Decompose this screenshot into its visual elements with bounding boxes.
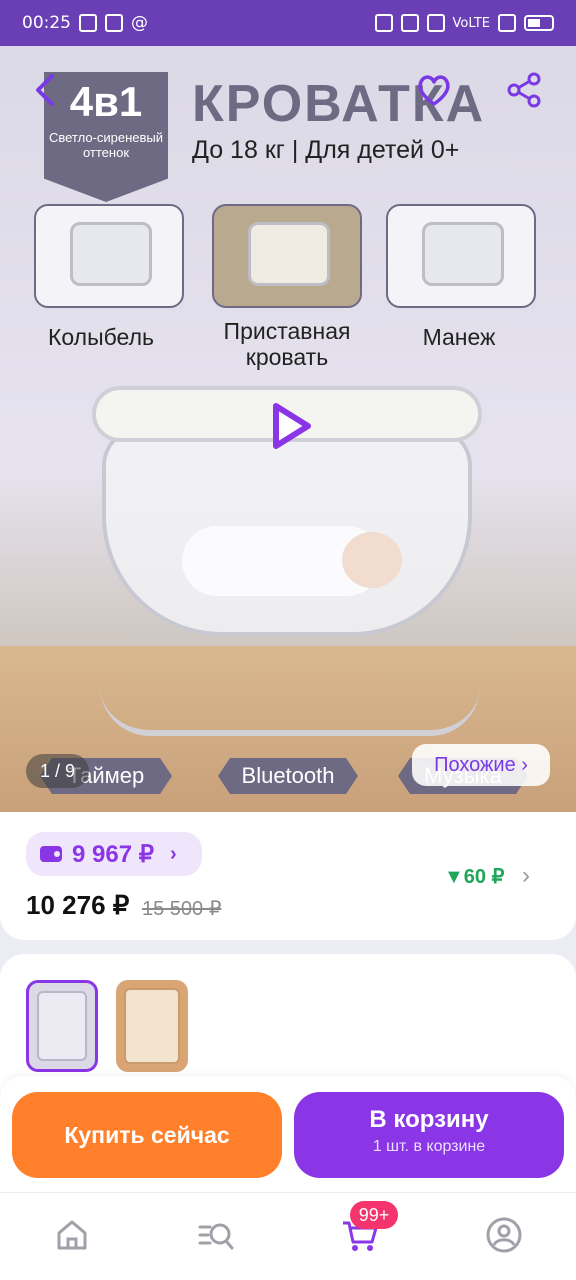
- wallet-price-pill[interactable]: 9 967 ₽ ›: [26, 832, 202, 876]
- wifi-icon: [426, 14, 445, 32]
- share-icon[interactable]: [504, 70, 544, 110]
- mode-card-playpen: [386, 204, 536, 308]
- chevron-right-icon: ›: [170, 842, 177, 865]
- favorite-heart-icon[interactable]: [414, 70, 454, 110]
- status-time: 00:25: [22, 13, 71, 33]
- price-card: 9 967 ₽ › 10 276 ₽ 15 500 ₽ ▼60 ₽ ›: [0, 812, 576, 940]
- alarm-icon: [374, 14, 393, 32]
- home-icon[interactable]: [52, 1215, 92, 1255]
- product-image-gallery[interactable]: 4в1 Светло-сиреневый оттенок КРОВАТКА До…: [0, 46, 576, 814]
- add-to-cart-button[interactable]: В корзину 1 шт. в корзине: [294, 1092, 564, 1178]
- in-cart-note: 1 шт. в корзине: [372, 1138, 486, 1155]
- status-bar: 00:25 @ VoLTE: [0, 0, 576, 46]
- buy-now-button[interactable]: Купить сейчас: [12, 1092, 282, 1178]
- volte-label: VoLTE: [452, 15, 490, 31]
- nfc-icon: [79, 14, 97, 32]
- thumbnail-1[interactable]: [26, 980, 98, 1072]
- bottom-navigation: 99+: [0, 1192, 576, 1280]
- similar-button[interactable]: Похожие ›: [412, 744, 550, 786]
- action-bar: Купить сейчас В корзину 1 шт. в корзине: [0, 1076, 576, 1192]
- current-price: 10 276 ₽: [26, 890, 130, 920]
- at-icon: @: [131, 13, 148, 33]
- crib-rocker: [100, 686, 480, 736]
- thumbnail-strip: [0, 954, 576, 1094]
- image-counter: 1 / 9: [26, 754, 90, 788]
- play-video-icon[interactable]: [264, 400, 316, 452]
- battery-icon: [524, 15, 554, 31]
- bonus-chevron-icon[interactable]: ›: [522, 862, 530, 890]
- hero-subtitle: До 18 кг | Для детей 0+: [192, 136, 460, 164]
- mode-label-playpen: Манеж: [422, 324, 496, 350]
- back-icon[interactable]: [26, 70, 66, 110]
- catalog-search-icon[interactable]: [196, 1215, 236, 1255]
- add-to-cart-label: В корзину: [369, 1106, 489, 1133]
- mode-label-side-bed: Приставная кровать: [223, 318, 351, 370]
- cart-count-badge: 99+: [350, 1201, 398, 1229]
- signal-icon: [498, 14, 516, 32]
- wallet-price: 9 967 ₽: [72, 840, 154, 868]
- profile-icon[interactable]: [484, 1215, 524, 1255]
- badge-4in1-color: Светло-сиреневый оттенок: [48, 130, 164, 160]
- feature-tag-bluetooth: Bluetooth: [218, 758, 358, 794]
- old-price: 15 500 ₽: [142, 898, 222, 920]
- check-icon: [105, 14, 123, 32]
- mode-label-cradle: Колыбель: [48, 324, 154, 350]
- mode-card-cradle: [34, 204, 184, 308]
- thumbnail-2[interactable]: [116, 980, 188, 1072]
- bonus-points[interactable]: ▼60 ₽: [444, 864, 504, 889]
- bluetooth-icon: [400, 14, 419, 32]
- wallet-icon: [40, 846, 62, 862]
- mode-card-side-bed: [212, 204, 362, 308]
